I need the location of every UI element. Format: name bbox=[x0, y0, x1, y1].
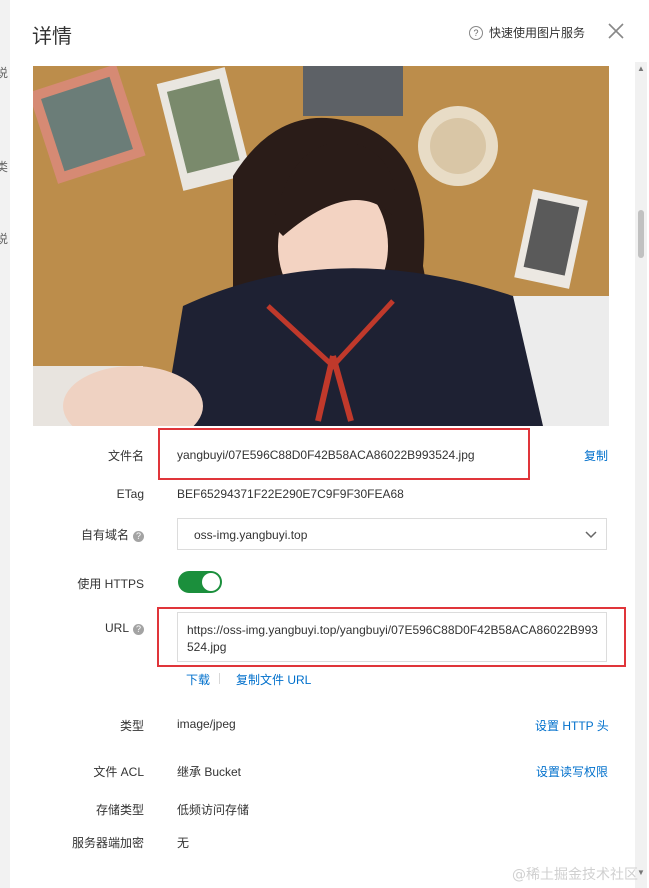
help-text: 快速使用图片服务 bbox=[489, 26, 586, 40]
quick-image-service-link[interactable]: ? 快速使用图片服务 bbox=[469, 24, 585, 41]
highlight-box-url bbox=[157, 607, 626, 667]
detail-drawer: 详情 ? 快速使用图片服务 文件名 yangbuyi/07E596C88D0F4… bbox=[10, 0, 649, 888]
filename-label: 文件名 bbox=[107, 449, 144, 463]
scroll-up-icon[interactable]: ▲ bbox=[637, 64, 645, 73]
type-value: image/jpeg bbox=[177, 717, 236, 731]
scrollbar-thumb[interactable] bbox=[638, 210, 644, 258]
acl-value: 继承 Bucket bbox=[177, 765, 242, 779]
question-icon[interactable]: ? bbox=[133, 531, 144, 542]
encryption-value: 无 bbox=[177, 836, 190, 850]
set-acl-link[interactable]: 设置读写权限 bbox=[536, 763, 608, 780]
background-label: 说 bbox=[0, 230, 8, 247]
copy-url-link[interactable]: 复制文件 URL bbox=[236, 671, 311, 688]
drawer-title: 详情 bbox=[32, 26, 72, 48]
link-separator bbox=[219, 673, 220, 684]
set-http-header-link[interactable]: 设置 HTTP 头 bbox=[535, 717, 609, 734]
highlight-box-filename bbox=[158, 428, 530, 480]
domain-label: 自有域名? bbox=[24, 526, 144, 543]
acl-label: 文件 ACL bbox=[93, 765, 144, 779]
domain-select-value: oss-img.yangbuyi.top bbox=[194, 528, 308, 542]
etag-label: ETag bbox=[116, 487, 144, 501]
image-preview bbox=[33, 66, 609, 426]
domain-select[interactable]: oss-img.yangbuyi.top bbox=[177, 518, 607, 550]
storage-value: 低频访问存储 bbox=[177, 803, 250, 817]
scroll-down-icon[interactable]: ▼ bbox=[637, 868, 645, 877]
encryption-label: 服务器端加密 bbox=[71, 836, 144, 850]
copy-filename-link[interactable]: 复制 bbox=[584, 447, 608, 464]
url-label: URL? bbox=[24, 621, 144, 635]
scrollbar[interactable]: ▲ ▼ bbox=[633, 62, 649, 888]
etag-value: BEF65294371F22E290E7C9F9F30FEA68 bbox=[177, 487, 404, 501]
domain-label-text: 自有域名 bbox=[80, 528, 129, 542]
url-label-text: URL bbox=[104, 621, 129, 635]
https-label: 使用 HTTPS bbox=[77, 577, 144, 591]
scrollbar-track[interactable] bbox=[635, 62, 647, 888]
background-label: 说 bbox=[0, 64, 8, 81]
type-label: 类型 bbox=[119, 719, 144, 733]
chevron-down-icon bbox=[585, 531, 597, 539]
question-icon[interactable]: ? bbox=[133, 624, 144, 635]
toggle-knob bbox=[202, 573, 220, 591]
storage-label: 存储类型 bbox=[95, 803, 144, 817]
close-icon[interactable] bbox=[607, 22, 625, 40]
watermark: @稀土掘金技术社区 bbox=[512, 867, 638, 883]
download-link[interactable]: 下载 bbox=[186, 671, 210, 688]
background-label: 类 bbox=[0, 158, 8, 175]
https-toggle[interactable] bbox=[178, 571, 222, 593]
help-icon: ? bbox=[469, 25, 483, 40]
drawer-header: 详情 ? 快速使用图片服务 bbox=[10, 0, 649, 62]
